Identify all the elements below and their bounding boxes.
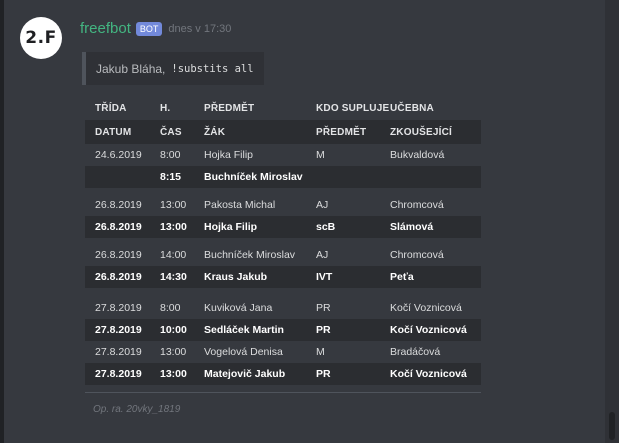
cell-time: 8:00: [160, 149, 181, 161]
cell-date: 26.8.2019: [95, 271, 142, 283]
table-row: 8:15 Buchníček Miroslav: [85, 166, 481, 188]
cell-subject: IVT: [316, 271, 333, 283]
cell-time: 8:00: [160, 302, 181, 314]
cell-date: 26.8.2019: [95, 221, 142, 233]
cell-date: 27.8.2019: [95, 346, 142, 358]
quote-command: !substits all: [171, 62, 254, 75]
cell-date: 27.8.2019: [95, 368, 142, 380]
header-cell: ŽÁK: [204, 126, 226, 138]
cell-examiner: Kočí Voznicová: [390, 368, 467, 380]
quoted-command: Jakub Bláha, !substits all: [82, 52, 264, 85]
cell-student: Sedláček Martin: [204, 324, 284, 336]
table-row: 26.8.2019 14:30 Kraus Jakub IVT Peťa: [85, 266, 481, 288]
cell-time: 10:00: [160, 324, 187, 336]
table-row: 26.8.2019 13:00 Hojka Filip scB Slámová: [85, 216, 481, 238]
header-cell: ČAS: [160, 126, 182, 138]
cell-examiner: Slámová: [390, 221, 434, 233]
cell-examiner: Kočí Voznicová: [390, 324, 467, 336]
table-row: 24.6.2019 8:00 Hojka Filip M Bukvaldová: [85, 144, 481, 166]
cell-student: Hojka Filip: [204, 221, 258, 233]
table-header-row-2: DATUM ČAS ŽÁK PŘEDMĚT ZKOUŠEJÍCÍ: [85, 120, 481, 144]
window-frame-left: [0, 0, 4, 443]
cell-time: 13:00: [160, 221, 187, 233]
cell-time: 14:00: [160, 249, 187, 261]
header-cell: TŘÍDA: [95, 102, 127, 114]
header-cell: H.: [160, 102, 171, 114]
table-header-row-1: TŘÍDA H. PŘEDMĚT KDO SUPLUJE UČEBNA: [85, 96, 481, 120]
cell-subject: PR: [316, 324, 331, 336]
table-row: 27.8.2019 10:00 Sedláček Martin PR Kočí …: [85, 319, 481, 341]
substitution-table: TŘÍDA H. PŘEDMĚT KDO SUPLUJE UČEBNA DATU…: [85, 96, 481, 385]
message-timestamp: dnes v 17:30: [168, 22, 232, 35]
cell-date: 27.8.2019: [95, 324, 142, 336]
cell-examiner: Kočí Voznicová: [390, 302, 462, 314]
header-cell: UČEBNA: [390, 102, 434, 114]
cell-student: Pakosta Michal: [204, 199, 276, 211]
cell-subject: PR: [316, 302, 331, 314]
username[interactable]: freefbot: [80, 20, 131, 37]
cell-examiner: Bukvaldová: [390, 149, 445, 161]
bot-badge: BOT: [135, 21, 163, 36]
table-footer: Op. ra. 20vky_1819: [93, 404, 181, 415]
cell-student: Buchníček Miroslav: [204, 171, 303, 183]
cell-examiner: Chromcová: [390, 249, 444, 261]
header-cell: ZKOUŠEJÍCÍ: [390, 126, 453, 138]
cell-student: Kuviková Jana: [204, 302, 273, 314]
cell-student: Hojka Filip: [204, 149, 254, 161]
cell-student: Vogelová Denisa: [204, 346, 283, 358]
table-row: 27.8.2019 8:00 Kuviková Jana PR Kočí Voz…: [85, 297, 481, 319]
scrollbar-thumb[interactable]: [609, 412, 615, 440]
cell-examiner: Bradáčová: [390, 346, 441, 358]
cell-subject: M: [316, 149, 325, 161]
header-cell: KDO SUPLUJE: [316, 102, 390, 114]
cell-time: 13:00: [160, 346, 187, 358]
cell-subject: AJ: [316, 199, 329, 211]
cell-student: Kraus Jakub: [204, 271, 268, 283]
cell-date: 26.8.2019: [95, 249, 142, 261]
message-header: freefbot BOT dnes v 17:30: [80, 20, 231, 37]
cell-date: 27.8.2019: [95, 302, 142, 314]
cell-subject: AJ: [316, 249, 329, 261]
header-cell: PŘEDMĚT: [316, 126, 367, 138]
cell-subject: M: [316, 346, 325, 358]
cell-time: 13:00: [160, 199, 187, 211]
cell-date: 24.6.2019: [95, 149, 142, 161]
cell-subject: PR: [316, 368, 331, 380]
footer-divider: [85, 392, 481, 393]
cell-subject: scB: [316, 221, 336, 233]
cell-student: Buchníček Miroslav: [204, 249, 296, 261]
table-row: 26.8.2019 13:00 Pakosta Michal AJ Chromc…: [85, 194, 481, 216]
cell-examiner: Chromcová: [390, 199, 444, 211]
table-row: 27.8.2019 13:00 Matejovič Jakub PR Kočí …: [85, 363, 481, 385]
table-row: 26.8.2019 14:00 Buchníček Miroslav AJ Ch…: [85, 244, 481, 266]
cell-examiner: Peťa: [390, 271, 414, 283]
bot-avatar[interactable]: 2.F: [20, 17, 62, 59]
table-row: 27.8.2019 13:00 Vogelová Denisa M Bradáč…: [85, 341, 481, 363]
quote-user: Jakub Bláha,: [96, 61, 166, 76]
cell-time: 14:30: [160, 271, 187, 283]
header-cell: PŘEDMĚT: [204, 102, 255, 114]
cell-time: 13:00: [160, 368, 187, 380]
cell-date: 26.8.2019: [95, 199, 142, 211]
cell-time: 8:15: [160, 171, 182, 183]
cell-student: Matejovič Jakub: [204, 368, 286, 380]
scrollbar-track[interactable]: [605, 0, 619, 443]
header-cell: DATUM: [95, 126, 132, 138]
